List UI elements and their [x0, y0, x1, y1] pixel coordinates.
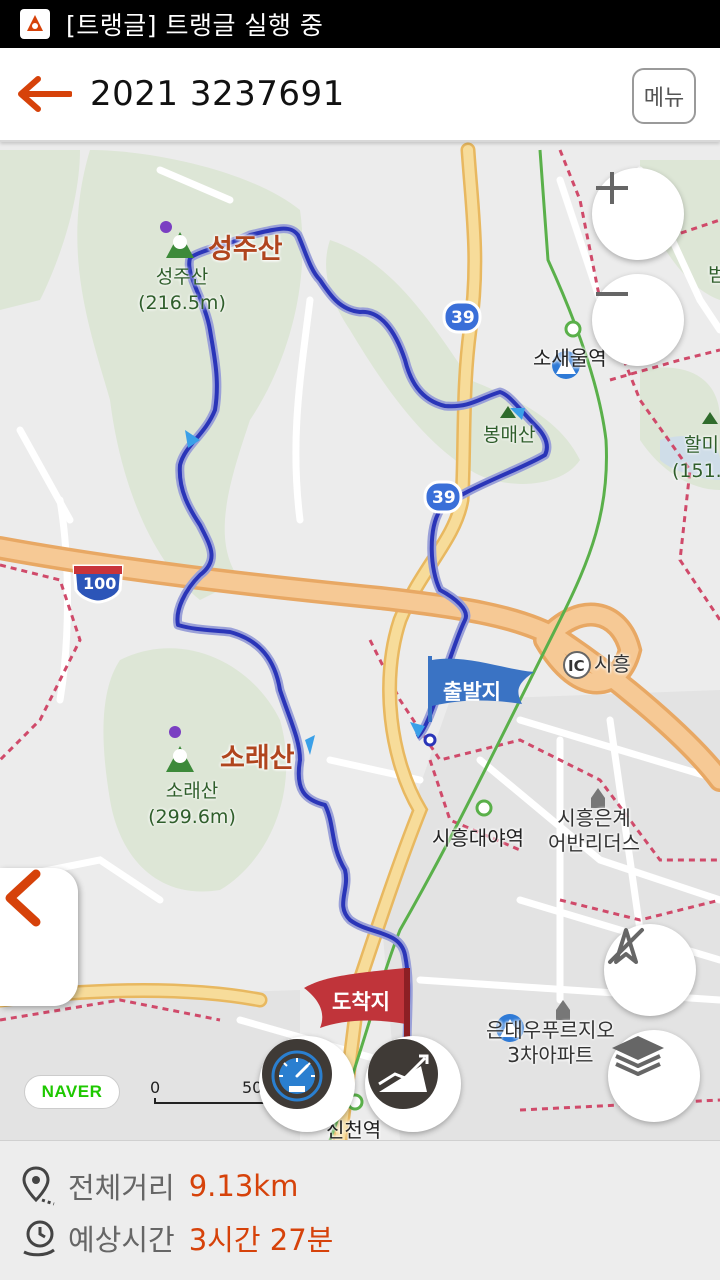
place-label-daewoo-apartment: 은대우푸르지오 3차아파트: [486, 1018, 615, 1067]
minus-icon: [596, 292, 628, 296]
plus-icon: [596, 172, 628, 204]
speedometer-icon: [262, 1039, 332, 1109]
app-header: 2021 3237691 메뉴: [0, 48, 720, 142]
peak-label-halmi: 할미 (151.9: [672, 434, 720, 482]
distance-label: 전체거리: [68, 1171, 175, 1205]
highway-shield-100: 100: [83, 574, 117, 593]
menu-button[interactable]: 메뉴: [632, 68, 696, 124]
back-button[interactable]: [14, 69, 74, 119]
road-shield-39-south: 39: [432, 488, 456, 508]
map-scale-bar: 0 50: [150, 1078, 270, 1106]
layers-icon: [612, 1036, 664, 1076]
page-title: 2021 3237691: [90, 74, 345, 114]
map-view[interactable]: 성주산 성주산 (216.5m) 소래산 소래산 (299.6m) 봉매산 할미…: [0, 142, 720, 1140]
side-panel-toggle[interactable]: [0, 868, 78, 1006]
elevation-chart-icon: [368, 1039, 438, 1109]
road-shield-39-north: 39: [451, 308, 475, 328]
start-flag: 출발지: [426, 654, 536, 724]
scale-zero-label: 0: [150, 1078, 161, 1097]
station-label-sosaeul: 소새울역: [533, 346, 607, 370]
route-info-panel: 전체거리 9.13km 예상시간 3시간 27분: [0, 1140, 720, 1280]
mountain-sublabel-soraesan: 소래산 (299.6m): [148, 780, 236, 828]
distance-pin-icon: [22, 1166, 55, 1206]
speed-gauge-button[interactable]: [259, 1036, 355, 1132]
zoom-in-button[interactable]: [592, 168, 684, 260]
elevation-profile-button[interactable]: [365, 1036, 461, 1132]
compass-off-button[interactable]: [604, 924, 696, 1016]
time-label: 예상시간: [68, 1223, 175, 1257]
back-arrow-icon: [18, 76, 72, 112]
station-label-siheung-daeya: 시흥대야역: [432, 826, 524, 850]
naver-logo: NAVER: [24, 1075, 120, 1109]
mountain-sublabel-seongjusan: 성주산 (216.5m): [138, 266, 226, 314]
mountain-label-seongjusan: 성주산: [208, 234, 283, 265]
zoom-out-button[interactable]: [592, 274, 684, 366]
start-flag-label: 출발지: [443, 680, 501, 704]
place-label-siheung-ic: 시흥: [594, 652, 631, 676]
peak-label-bongmaesan: 봉매산: [483, 424, 536, 446]
peak-label-right-edge: 범: [708, 264, 720, 286]
time-value: 3시간 27분: [188, 1223, 334, 1257]
trangle-app-icon: [20, 9, 50, 39]
distance-row: 전체거리 9.13km: [22, 1161, 298, 1211]
ic-marker-label: IC: [568, 657, 585, 675]
place-label-eungye-apartment: 시흥은계 어반리더스: [548, 806, 640, 855]
status-bar: [트랭글] 트랭글 실행 중: [0, 0, 720, 48]
end-flag-label: 도착지: [332, 990, 390, 1014]
scale-line: [154, 1098, 264, 1104]
chevron-left-icon: [5, 869, 41, 927]
compass-off-icon: [608, 928, 644, 964]
map-layers-button[interactable]: [608, 1030, 700, 1122]
status-notification-text: [트랭글] 트랭글 실행 중: [66, 11, 324, 40]
distance-value: 9.13km: [188, 1169, 299, 1203]
time-clock-icon: [23, 1220, 55, 1257]
time-row: 예상시간 3시간 27분: [22, 1213, 333, 1263]
mountain-label-soraesan: 소래산: [220, 743, 295, 774]
